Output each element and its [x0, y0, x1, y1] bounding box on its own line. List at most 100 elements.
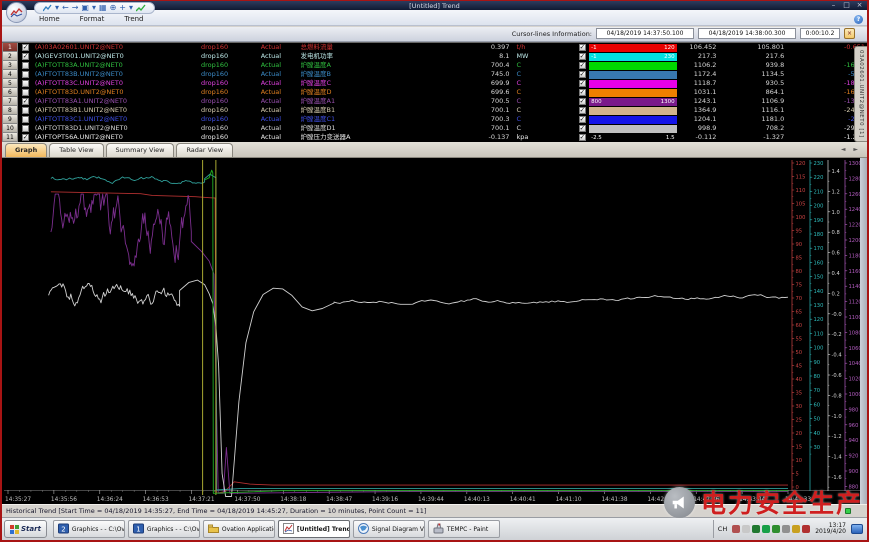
axis-checkbox[interactable]: ✓	[22, 44, 29, 51]
tab-scroll-arrows[interactable]: ◄ ►	[841, 146, 861, 153]
dropdown-caret-icon[interactable]: ▾	[129, 3, 133, 13]
axis-checkbox[interactable]	[22, 80, 29, 87]
axis-checkbox[interactable]: ✓	[22, 134, 29, 141]
tray-icon-1[interactable]	[732, 525, 740, 533]
trend-checkbox[interactable]: ✓	[579, 71, 586, 78]
scale-bar[interactable]: -2.51.5	[589, 134, 677, 142]
tray-icon-8[interactable]	[802, 525, 810, 533]
taskbar-button-ovation-applications[interactable]: Ovation Applications	[203, 520, 275, 538]
menu-trend[interactable]: Trend	[121, 14, 146, 24]
tray-icon-4[interactable]	[762, 525, 770, 533]
axis-checkbox[interactable]	[22, 116, 29, 123]
scale-bar[interactable]	[589, 71, 677, 79]
row-number[interactable]: 1	[2, 43, 18, 52]
trend-checkbox[interactable]: ✓	[579, 125, 586, 132]
row-number[interactable]: 4	[2, 70, 18, 79]
image-icon[interactable]: ▣	[81, 3, 89, 13]
show-desktop-icon[interactable]	[851, 524, 863, 534]
trend-chart-icon[interactable]	[43, 4, 52, 13]
axis-checkbox[interactable]	[22, 62, 29, 69]
axis-checkbox[interactable]: ✓	[22, 98, 29, 105]
taskbar-clock[interactable]: 13:17 2019/4/20	[813, 523, 848, 536]
sparkline-icon[interactable]	[136, 4, 146, 13]
trend-checkbox[interactable]: ✓	[579, 107, 586, 114]
table-row[interactable]: 8(A)FTOTT83B1.UNIT2@NET0drop160Actual炉膛温…	[2, 106, 867, 115]
maximize-icon[interactable]: □	[842, 1, 851, 10]
axis-checkbox[interactable]	[22, 71, 29, 78]
trend-checkbox[interactable]: ✓	[579, 62, 586, 69]
trend-checkbox[interactable]: ✓	[579, 134, 586, 141]
grid-icon[interactable]: ▦	[99, 3, 107, 13]
taskbar-button-untitled-trend[interactable]: [Untitled] Trend	[278, 520, 350, 538]
axis-checkbox[interactable]	[22, 107, 29, 114]
scale-bar[interactable]: 8001300	[589, 98, 677, 106]
table-row[interactable]: 4(A)FTOTT83B.UNIT2@NET0drop160Actual炉膛温度…	[2, 70, 867, 79]
table-row[interactable]: 6(A)FTOTT83D.UNIT2@NET0drop160Actual炉膛温度…	[2, 88, 867, 97]
trend-checkbox[interactable]: ✓	[579, 44, 586, 51]
row-number[interactable]: 2	[2, 52, 18, 61]
tab-radar-view[interactable]: Radar View	[176, 143, 233, 157]
table-row[interactable]: 7✓(A)FTOTT83A1.UNIT2@NET0drop160Actual炉膛…	[2, 97, 867, 106]
chart-scrollbar[interactable]	[860, 158, 867, 504]
row-number[interactable]: 10	[2, 124, 18, 133]
table-row[interactable]: 2✓(A)GEV3T001.UNIT2@NET0drop160Actual发电机…	[2, 52, 867, 61]
add-icon[interactable]: +	[119, 3, 126, 13]
axis-checkbox[interactable]: ✓	[22, 53, 29, 60]
forward-arrow-icon[interactable]: →	[72, 3, 79, 13]
row-number[interactable]: 7	[2, 97, 18, 106]
scale-bar[interactable]	[589, 80, 677, 88]
menu-format[interactable]: Format	[77, 14, 108, 24]
selected-point-side-tab[interactable]: 03A02601.UNIT2@NET0 [1]	[854, 46, 867, 142]
trend-chart[interactable]: 14:35:2714:35:5614:36:2414:36:5314:37:21…	[2, 158, 867, 504]
tab-table-view[interactable]: Table View	[49, 143, 103, 157]
tray-icon-7[interactable]	[792, 525, 800, 533]
scale-bar[interactable]: -1230	[589, 53, 677, 61]
table-row[interactable]: 1✓(A)03A02601.UNIT2@NET0drop160Actual总燃料…	[2, 43, 867, 52]
row-number[interactable]: 3	[2, 61, 18, 70]
language-indicator[interactable]: CH	[716, 525, 729, 533]
close-cursor-info-button[interactable]: ×	[844, 28, 855, 39]
row-number[interactable]: 6	[2, 88, 18, 97]
table-row[interactable]: 5(A)FTOTT83C.UNIT2@NET0drop160Actual炉膛温度…	[2, 79, 867, 88]
scale-bar[interactable]: -1120	[589, 44, 677, 52]
dropdown-caret-icon[interactable]: ▾	[92, 3, 96, 13]
taskbar-button-tempc-paint[interactable]: TEMPC - Paint	[428, 520, 500, 538]
scale-bar[interactable]	[589, 89, 677, 97]
trend-checkbox[interactable]: ✓	[579, 80, 586, 87]
tray-icon-5[interactable]	[772, 525, 780, 533]
table-row[interactable]: 10(A)FTOTT83D1.UNIT2@NET0drop160Actual炉膛…	[2, 124, 867, 133]
axis-checkbox[interactable]	[22, 89, 29, 96]
taskbar-button-signal-diagram-viewe[interactable]: Signal Diagram Viewe...	[353, 520, 425, 538]
trend-checkbox[interactable]: ✓	[579, 53, 586, 60]
axis-checkbox[interactable]	[22, 125, 29, 132]
scale-bar[interactable]	[589, 116, 677, 124]
scale-bar[interactable]	[589, 125, 677, 133]
close-icon[interactable]: ×	[855, 1, 864, 10]
row-number[interactable]: 9	[2, 115, 18, 124]
menu-home[interactable]: Home	[36, 14, 63, 24]
trend-checkbox[interactable]: ✓	[579, 89, 586, 96]
row-number[interactable]: 5	[2, 79, 18, 88]
scale-bar[interactable]	[589, 107, 677, 115]
row-number[interactable]: 8	[2, 106, 18, 115]
trend-checkbox[interactable]: ✓	[579, 98, 586, 105]
minimize-icon[interactable]: –	[829, 1, 838, 10]
tab-summary-view[interactable]: Summary View	[106, 143, 175, 157]
scale-bar[interactable]	[589, 62, 677, 70]
row-number[interactable]: 11	[2, 133, 18, 142]
table-row[interactable]: 3(A)FTOTT83A.UNIT2@NET0drop160Actual炉膛温度…	[2, 61, 867, 70]
help-icon[interactable]: ?	[854, 15, 863, 24]
app-menu-button[interactable]	[6, 2, 27, 23]
taskbar-button-graphics-c-ovati[interactable]: 1Graphics - - C:\Ovati...	[128, 520, 200, 538]
tray-icon-6[interactable]	[782, 525, 790, 533]
dropdown-caret-icon[interactable]: ▾	[55, 3, 59, 13]
zoom-icon[interactable]: ⊕	[110, 3, 117, 13]
tray-icon-2[interactable]	[742, 525, 750, 533]
trend-checkbox[interactable]: ✓	[579, 116, 586, 123]
tray-icon-3[interactable]	[752, 525, 760, 533]
start-button[interactable]: Start	[4, 520, 47, 538]
tab-graph[interactable]: Graph	[5, 143, 47, 157]
back-arrow-icon[interactable]: ←	[62, 3, 69, 13]
table-row[interactable]: 9(A)FTOTT83C1.UNIT2@NET0drop160Actual炉膛温…	[2, 115, 867, 124]
table-row[interactable]: 11✓(A)FTOPT56A.UNIT2@NET0drop160Actual炉膛…	[2, 133, 867, 142]
